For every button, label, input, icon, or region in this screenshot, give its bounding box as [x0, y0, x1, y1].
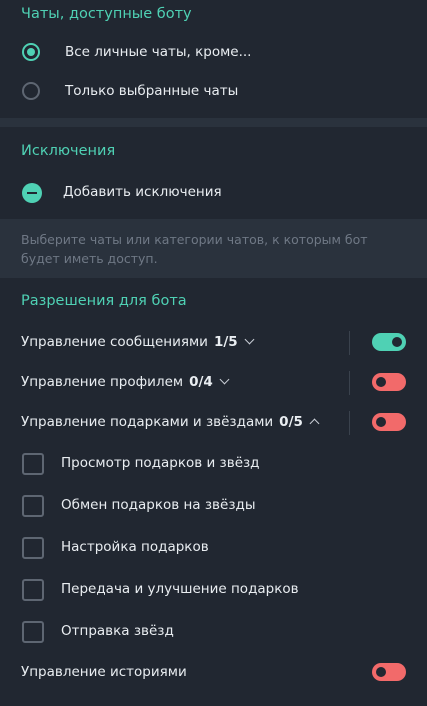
checkbox-icon[interactable]: [22, 495, 44, 517]
permission-label[interactable]: Управление профилем 0/4: [21, 374, 230, 390]
radio-unselected-icon[interactable]: [22, 82, 40, 100]
checkbox-icon[interactable]: [22, 537, 44, 559]
permission-label[interactable]: Управление сообщениями 1/5: [21, 334, 255, 350]
radio-label: Только выбранные чаты: [65, 83, 239, 99]
permission-count: 0/4: [189, 374, 213, 390]
divider: [349, 331, 350, 355]
permissions-section-title: Разрешения для бота: [21, 293, 187, 309]
checkbox-send-stars[interactable]: Отправка звёзд: [0, 615, 427, 651]
permission-label[interactable]: Управление подарками и звёздами 0/5: [21, 414, 320, 430]
radio-label: Все личные чаты, кроме...: [65, 44, 252, 60]
section-divider: [0, 118, 427, 127]
permission-messages-row[interactable]: Управление сообщениями 1/5: [0, 325, 427, 361]
permission-name: Управление подарками и звёздами: [21, 414, 274, 430]
toggle-knob: [376, 377, 386, 387]
permission-name: Управление историями: [21, 664, 187, 680]
exceptions-section-title: Исключения: [21, 143, 116, 159]
messages-toggle[interactable]: [372, 333, 406, 351]
divider: [349, 411, 350, 435]
permission-count: 0/5: [279, 414, 303, 430]
checkbox-gift-settings[interactable]: Настройка подарков: [0, 531, 427, 567]
checkbox-transfer-gifts[interactable]: Передача и улучшение подарков: [0, 573, 427, 609]
permission-name: Управление профилем: [21, 374, 184, 390]
divider: [349, 371, 350, 395]
checkbox-label: Настройка подарков: [61, 539, 209, 555]
toggle-knob: [376, 417, 386, 427]
exceptions-hint-text: Выберите чаты или категории чатов, к кот…: [21, 232, 368, 266]
radio-selected-icon[interactable]: [22, 43, 40, 61]
stories-toggle[interactable]: [372, 663, 406, 681]
checkbox-exchange-gifts[interactable]: Обмен подарков на звёзды: [0, 489, 427, 525]
checkbox-icon[interactable]: [22, 621, 44, 643]
chevron-down-icon[interactable]: [219, 374, 230, 385]
chevron-up-icon[interactable]: [309, 418, 320, 429]
checkbox-icon[interactable]: [22, 453, 44, 475]
checkbox-label: Отправка звёзд: [61, 623, 174, 639]
permission-count: 1/5: [213, 334, 238, 350]
checkbox-view-gifts[interactable]: Просмотр подарков и звёзд: [0, 447, 427, 483]
toggle-knob: [376, 667, 386, 677]
chats-section-title: Чаты, доступные боту: [21, 6, 192, 22]
gifts-toggle[interactable]: [372, 413, 406, 431]
checkbox-icon[interactable]: [22, 579, 44, 601]
checkbox-label: Передача и улучшение подарков: [61, 581, 299, 597]
chevron-down-icon[interactable]: [244, 334, 255, 345]
checkbox-label: Обмен подарков на звёзды: [61, 497, 256, 513]
exceptions-hint: Выберите чаты или категории чатов, к кот…: [0, 219, 427, 278]
radio-selected-chats[interactable]: Только выбранные чаты: [0, 73, 427, 113]
profile-toggle[interactable]: [372, 373, 406, 391]
radio-all-personal-chats[interactable]: Все личные чаты, кроме...: [0, 34, 427, 74]
minus-circle-icon[interactable]: [22, 183, 42, 203]
checkbox-label: Просмотр подарков и звёзд: [61, 455, 260, 471]
permission-gifts-row[interactable]: Управление подарками и звёздами 0/5: [0, 405, 427, 441]
permission-stories-row[interactable]: Управление историями: [0, 655, 427, 691]
add-exceptions-label: Добавить исключения: [63, 184, 222, 200]
toggle-knob: [392, 337, 402, 347]
permission-name: Управление сообщениями: [21, 334, 208, 350]
permission-profile-row[interactable]: Управление профилем 0/4: [0, 365, 427, 401]
